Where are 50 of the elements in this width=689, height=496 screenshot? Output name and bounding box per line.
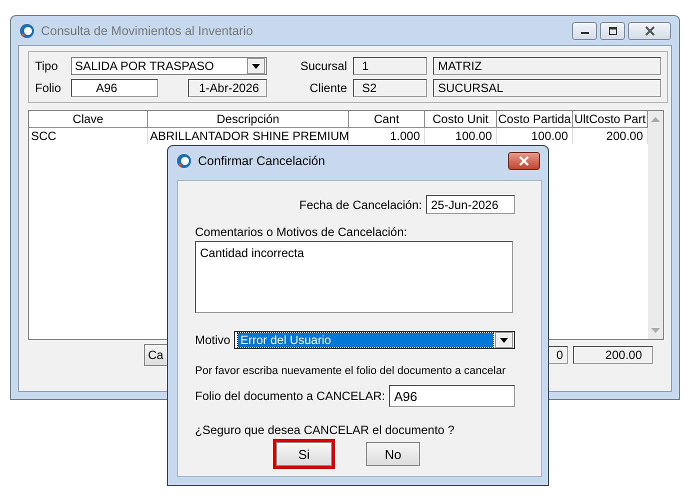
maximize-button[interactable]	[600, 22, 625, 40]
sucursal-name-field: MATRIZ	[433, 57, 661, 75]
dropdown-arrow-icon	[500, 338, 508, 342]
yes-button[interactable]: Si	[276, 442, 332, 466]
table-cell: 100.00	[497, 128, 573, 144]
field-label: Folio	[35, 81, 62, 95]
column-header[interactable]: Costo Unit	[425, 111, 497, 127]
close-button[interactable]	[628, 22, 671, 40]
no-button[interactable]: No	[366, 442, 420, 466]
question-text: ¿Seguro que desea CANCELAR el documento ?	[195, 423, 456, 437]
comments-field[interactable]: Cantidad incorrecta	[195, 241, 513, 313]
column-header[interactable]: Clave	[29, 111, 148, 127]
instruction-text: Por favor escriba nuevamente el folio del documento a cancelar	[195, 365, 507, 377]
table-cell: 1.000	[349, 128, 425, 144]
app-logo-icon	[19, 22, 35, 38]
field-label: Fecha de Cancelación:	[299, 198, 422, 212]
column-header[interactable]: Cant	[349, 111, 425, 127]
sucursal-code-field: 1	[353, 57, 427, 75]
maximize-icon	[608, 26, 618, 34]
field-label: Comentarios o Motivos de Cancelación:	[195, 225, 408, 239]
field-label: Cliente	[308, 81, 347, 95]
motivo-dropdown[interactable]: Error del Usuario	[234, 331, 515, 349]
close-button[interactable]	[508, 152, 540, 170]
cliente-code-field: S2	[353, 79, 427, 97]
cliente-name-field: SUCURSAL	[433, 79, 661, 97]
folio-field[interactable]: A96	[71, 79, 158, 97]
tipo-dropdown[interactable]: SALIDA POR TRASPASO	[71, 57, 267, 75]
close-icon	[518, 156, 530, 166]
dropdown-arrow-icon	[252, 64, 260, 68]
field-label: Tipo	[35, 59, 59, 73]
minimize-button[interactable]	[572, 22, 597, 40]
scroll-up-icon	[651, 117, 660, 122]
app-logo-icon	[176, 153, 192, 169]
scroll-down-icon	[651, 328, 660, 333]
field-label: Sucursal	[299, 59, 347, 73]
table-cell: 100.00	[425, 128, 497, 144]
dialog-title: Confirmar Cancelación	[198, 154, 326, 168]
column-header[interactable]: Descripción	[148, 111, 349, 127]
scrollbar[interactable]	[648, 111, 663, 339]
window-title: Consulta de Movimientos al Inventario	[41, 24, 253, 38]
folio-field[interactable]: A96	[389, 385, 515, 407]
field-label: Folio del documento a CANCELAR:	[195, 389, 386, 403]
total-field: 200.00	[573, 346, 653, 364]
field-label: Motivo	[195, 333, 230, 347]
column-header[interactable]: Costo Partida	[497, 111, 573, 127]
table-cell: ABRILLANTADOR SHINE PREMIUM	[148, 128, 349, 144]
close-icon	[644, 26, 656, 36]
date-field[interactable]: 25-Jun-2026	[426, 195, 515, 214]
table-cell: SCC	[29, 128, 148, 144]
date-field: 1-Abr-2026	[188, 79, 267, 97]
